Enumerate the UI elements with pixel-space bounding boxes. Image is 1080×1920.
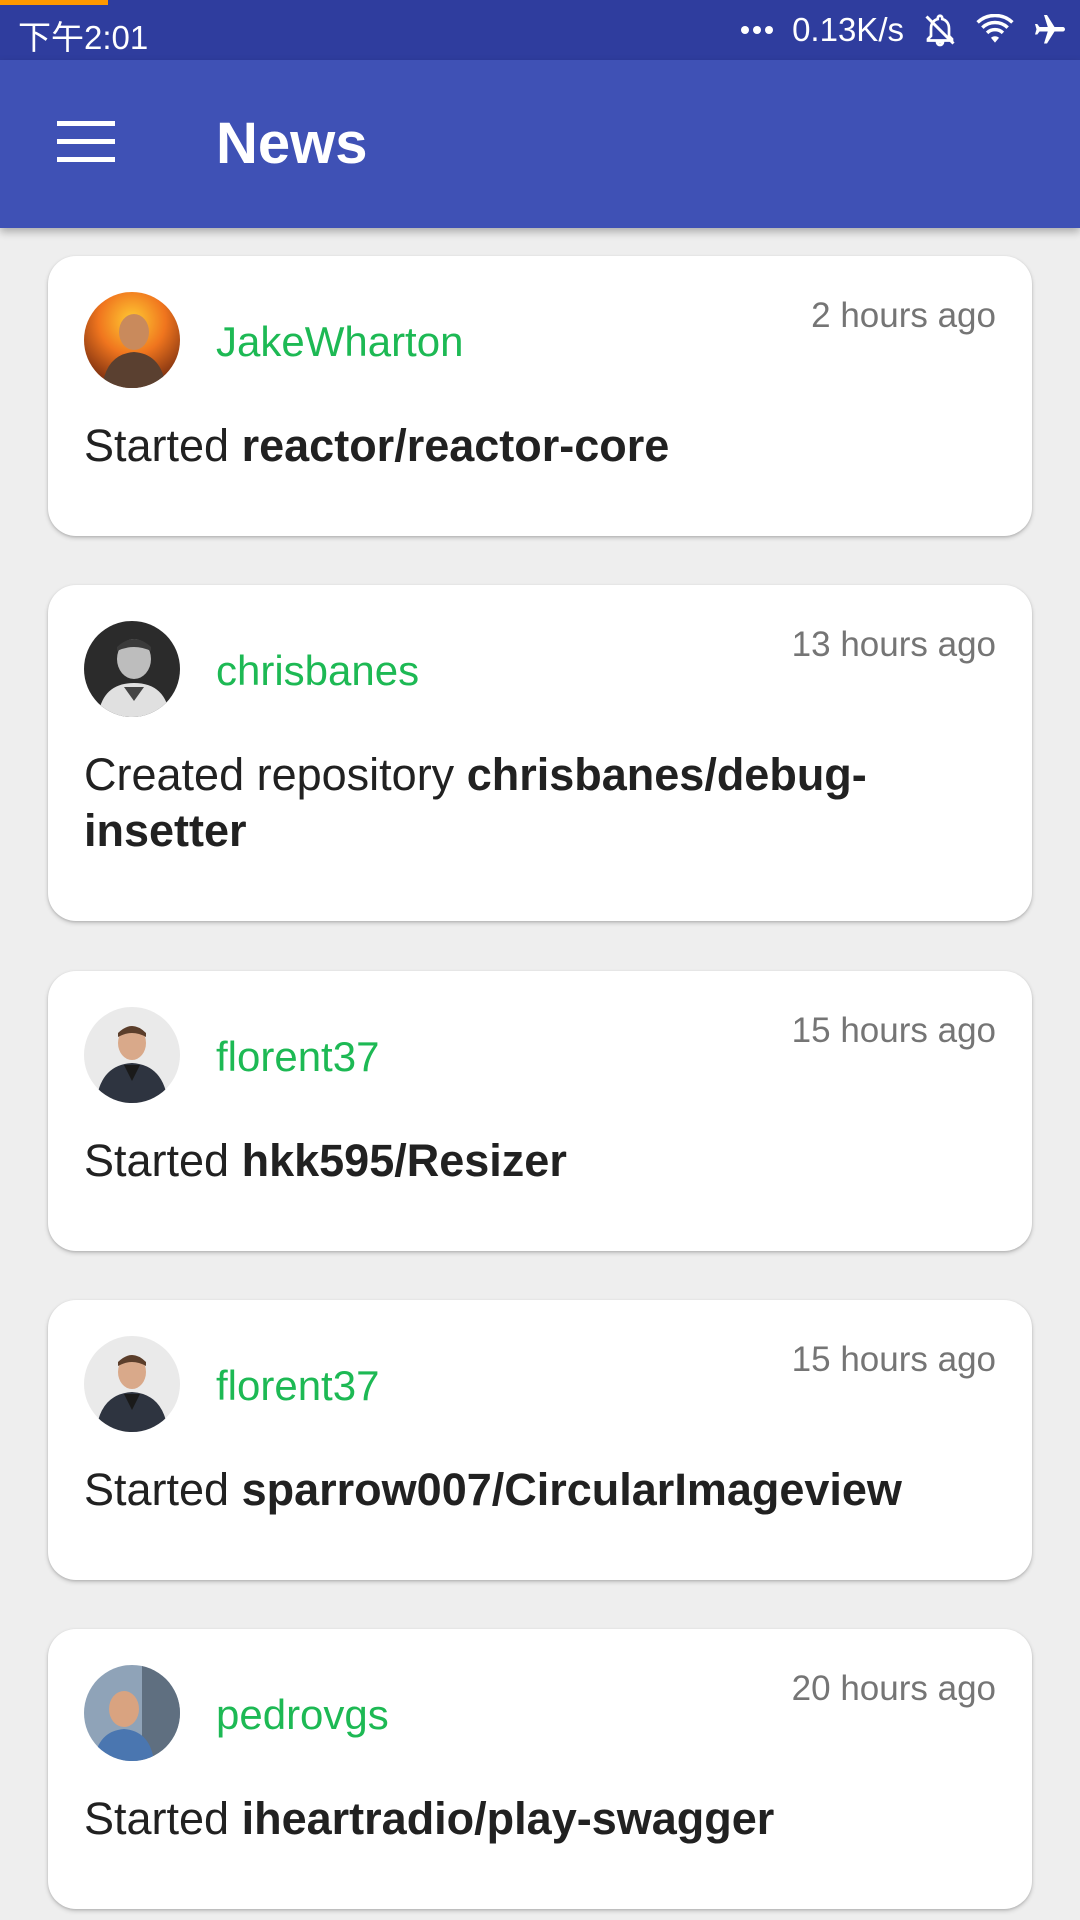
event-action: Started xyxy=(84,1464,230,1515)
avatar-florent37[interactable] xyxy=(84,1007,180,1103)
menu-button[interactable] xyxy=(38,104,134,184)
event-text: Started reactor/reactor-core xyxy=(84,418,944,474)
feed-card[interactable]: pedrovgs 20 hours ago Started iheartradi… xyxy=(48,1629,1032,1909)
more-dots-icon xyxy=(740,25,774,35)
status-time: 下午2:01 xyxy=(18,19,149,56)
username-link[interactable]: pedrovgs xyxy=(216,1691,389,1739)
feed-card[interactable]: florent37 15 hours ago Started sparrow00… xyxy=(48,1300,1032,1580)
event-action: Started xyxy=(84,1793,230,1844)
status-bar: 下午2:01 0.13K/s xyxy=(0,0,1080,60)
avatar-chrisbanes[interactable] xyxy=(84,621,180,717)
feed-card[interactable]: florent37 15 hours ago Started hkk595/Re… xyxy=(48,971,1032,1251)
app-bar: News xyxy=(0,60,1080,228)
page-title: News xyxy=(216,111,368,176)
avatar-jakewharton[interactable] xyxy=(84,292,180,388)
wifi-icon xyxy=(976,14,1014,46)
feed-card[interactable]: chrisbanes 13 hours ago Created reposito… xyxy=(48,585,1032,921)
event-action: Created repository xyxy=(84,749,455,800)
repo-link[interactable]: hkk595/Resizer xyxy=(242,1135,567,1186)
hamburger-menu-icon xyxy=(57,120,115,168)
status-progress-indicator xyxy=(0,0,108,5)
avatar-florent37[interactable] xyxy=(84,1336,180,1432)
timestamp: 20 hours ago xyxy=(791,1669,996,1708)
repo-link[interactable]: reactor/reactor-core xyxy=(242,420,670,471)
event-action: Started xyxy=(84,420,230,471)
timestamp: 2 hours ago xyxy=(811,296,996,335)
username-link[interactable]: florent37 xyxy=(216,1362,379,1410)
event-text: Created repository chrisbanes/debug-inse… xyxy=(84,747,944,859)
avatar-pedrovgs[interactable] xyxy=(84,1665,180,1761)
feed-card[interactable]: JakeWharton 2 hours ago Started reactor/… xyxy=(48,256,1032,536)
network-speed: 0.13K/s xyxy=(792,11,904,48)
timestamp: 15 hours ago xyxy=(791,1340,996,1379)
repo-link[interactable]: sparrow007/CircularImageview xyxy=(242,1464,902,1515)
event-action: Started xyxy=(84,1135,230,1186)
news-feed[interactable]: JakeWharton 2 hours ago Started reactor/… xyxy=(0,228,1080,1920)
username-link[interactable]: florent37 xyxy=(216,1033,379,1081)
timestamp: 13 hours ago xyxy=(791,625,996,664)
repo-link[interactable]: iheartradio/play-swagger xyxy=(242,1793,775,1844)
event-text: Started sparrow007/CircularImageview xyxy=(84,1462,944,1518)
username-link[interactable]: JakeWharton xyxy=(216,318,463,366)
username-link[interactable]: chrisbanes xyxy=(216,647,419,695)
airplane-icon xyxy=(1032,12,1068,48)
event-text: Started hkk595/Resizer xyxy=(84,1133,944,1189)
muted-bell-icon xyxy=(922,12,958,48)
event-text: Started iheartradio/play-swagger xyxy=(84,1791,944,1847)
status-icons: 0.13K/s xyxy=(740,8,1068,52)
timestamp: 15 hours ago xyxy=(791,1011,996,1050)
